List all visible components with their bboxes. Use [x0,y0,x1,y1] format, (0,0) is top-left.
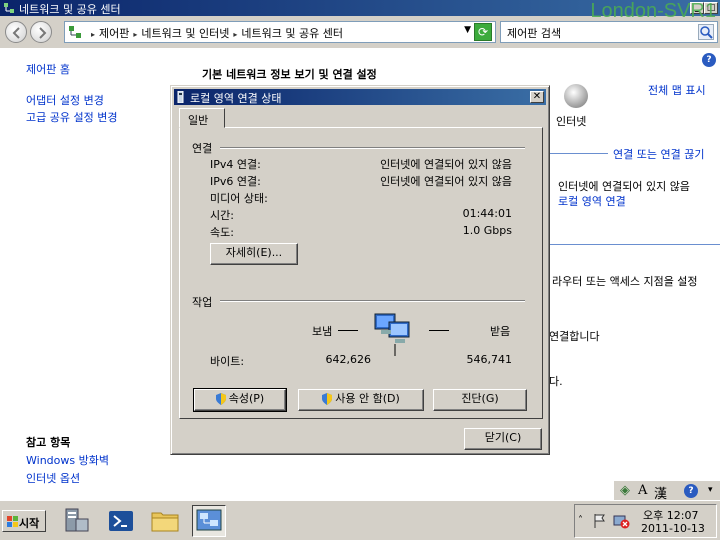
speed-label: 속도: [210,226,234,239]
close-icon: ✕ [532,91,542,102]
ipv4-value: 인터넷에 연결되어 있지 않음 [380,158,512,171]
bytes-sent-value: 642,626 [325,353,372,366]
globe-icon [564,84,588,108]
input-mode-icon[interactable]: A [638,483,647,498]
duration-label: 시간: [210,209,234,222]
server-watermark: London-SVR1 [590,0,716,22]
window-title: 네트워크 및 공유 센터 [19,3,121,16]
breadcrumb-network-internet[interactable]: 네트워크 및 인터넷 [141,27,229,40]
refresh-button[interactable]: ⟳ [474,23,492,41]
sidebar-home-link[interactable]: 제어판 홈 [26,61,70,77]
speed-value: 1.0 Gbps [462,224,512,237]
internet-label: 인터넷 [556,115,587,128]
breadcrumb-control-panel[interactable]: 제어판 [99,27,129,40]
action-center-flag-icon[interactable] [593,513,607,529]
server-manager-icon[interactable] [60,505,94,537]
setup-task-text: 라우터 또는 액세스 지점을 설정 [552,275,698,288]
disable-button[interactable]: 사용 안 함(D) [298,389,424,411]
chevron-up-icon[interactable]: ˄ [578,515,583,526]
start-label: 시작 [19,517,40,530]
internet-options-link[interactable]: 인터넷 옵션 [26,470,80,486]
sidebar-adapter-settings-link[interactable]: 어댑터 설정 변경 [26,92,104,108]
access-type-value: 인터넷에 연결되어 있지 않음 [558,180,690,193]
group-divider [220,147,525,149]
diagnose-button[interactable]: 진단(G) [433,389,527,411]
received-line [429,330,449,331]
page-heading: 기본 네트워크 정보 보기 및 연결 설정 [202,68,377,81]
sidebar-advanced-sharing-link[interactable]: 고급 공유 설정 변경 [26,109,117,125]
sent-label: 보냄 [312,325,333,338]
properties-label: 속성(P) [228,392,265,405]
dialog-title: 로컬 영역 연결 상태 [190,92,282,105]
refresh-icon: ⟳ [477,25,489,39]
network-icon [4,3,14,13]
see-also-title: 참고 항목 [26,436,71,449]
tab-panel: 연결 IPv4 연결: 인터넷에 연결되어 있지 않음 IPv6 연결: 인터넷… [179,127,543,419]
language-bar: ◈ A 漢 ? ▾ [614,480,720,502]
forward-arrow-icon [39,27,47,39]
section-divider [550,244,720,245]
chevron-down-icon[interactable]: ▼ [464,25,471,35]
breadcrumb-sharing-center[interactable]: 네트워크 및 공유 센터 [241,27,343,40]
chevron-right-icon: ▸ [91,30,96,39]
firewall-link[interactable]: Windows 방화벽 [26,452,109,468]
disable-label: 사용 안 함(D) [335,392,400,405]
section-divider [550,153,608,154]
search-placeholder: 제어판 검색 [507,27,562,40]
details-button[interactable]: 자세히(E)... [210,243,298,265]
back-arrow-icon [12,27,20,39]
breadcrumb: ▸ 제어판 ▸ 네트워크 및 인터넷 ▸ 네트워크 및 공유 센터 [87,25,343,41]
chevron-right-icon[interactable]: ▸ [133,30,137,39]
address-bar[interactable]: ▸ 제어판 ▸ 네트워크 및 인터넷 ▸ 네트워크 및 공유 센터 ▼ [64,21,496,43]
connect-disconnect-link[interactable]: 연결 또는 연결 끊기 [613,146,704,162]
network-activity-icon [374,313,410,356]
powershell-icon[interactable] [104,505,138,537]
bytes-received-value: 546,741 [466,353,513,366]
search-icon[interactable] [698,24,714,40]
properties-button[interactable]: 속성(P) [193,388,287,412]
ipv6-label: IPv6 연결: [210,175,261,188]
media-state-label: 미디어 상태: [210,192,268,205]
clock-time[interactable]: 오후 12:07 [643,507,698,523]
ime-icon[interactable]: ◈ [620,483,630,498]
windows-flag-icon [7,516,18,527]
explorer-folder-icon[interactable] [148,505,182,537]
task-text: 다. [549,375,563,388]
full-map-link[interactable]: 전체 맵 표시 [648,82,706,98]
taskbar: 시작 ˄ 오후 12:07 2011-10-13 [0,500,720,540]
duration-value: 01:44:01 [462,207,512,220]
help-icon[interactable]: ? [702,53,716,67]
tab-label: 일반 [188,114,209,127]
system-tray: ˄ 오후 12:07 2011-10-13 [574,504,717,538]
tab-general[interactable]: 일반 [179,108,225,128]
activity-group-title: 작업 [192,296,213,309]
uac-shield-icon [322,393,333,405]
network-status-icon[interactable] [613,513,631,529]
chevron-right-icon[interactable]: ▸ [233,30,237,39]
ipv6-value: 인터넷에 연결되어 있지 않음 [380,175,512,188]
connect-task-text: 연결합니다 [549,330,600,343]
connection-status-dialog: 로컬 영역 연결 상태 ✕ 일반 연결 IPv4 연결: 인터넷에 연결되어 있… [170,85,550,455]
start-button[interactable]: 시작 [2,510,46,532]
sent-line [338,330,358,331]
chevron-down-icon[interactable]: ▾ [708,485,713,495]
clock-date[interactable]: 2011-10-13 [641,522,705,535]
dialog-titlebar: 로컬 영역 연결 상태 ✕ [174,89,546,105]
ipv4-label: IPv4 연결: [210,158,261,171]
network-icon [69,26,81,38]
connection-group-title: 연결 [192,142,213,155]
received-label: 받음 [490,325,511,338]
help-icon[interactable]: ? [684,484,698,498]
bytes-label: 바이트: [210,355,245,368]
uac-shield-icon [215,393,226,405]
local-area-connection-link[interactable]: 로컬 영역 연결 [558,193,626,209]
group-divider [220,300,525,302]
dialog-close-button[interactable]: ✕ [530,91,544,103]
back-button[interactable] [5,21,27,43]
close-button[interactable]: 닫기(C) [464,428,542,450]
network-center-taskbar-icon[interactable] [192,505,226,537]
search-input[interactable]: 제어판 검색 [500,21,718,43]
forward-button[interactable] [30,21,52,43]
network-adapter-icon [177,91,184,103]
